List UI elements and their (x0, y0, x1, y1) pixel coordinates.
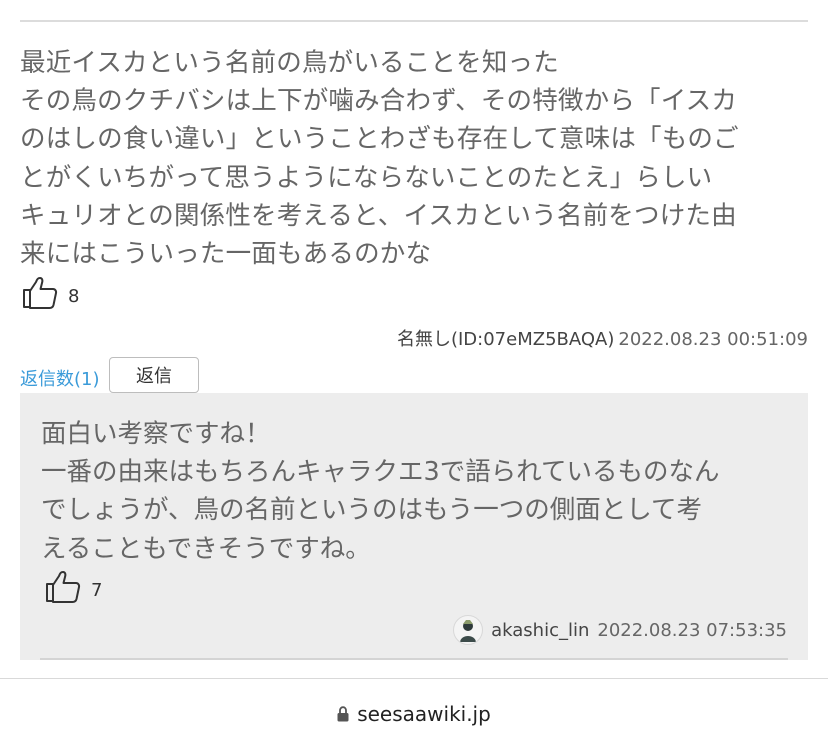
address-bar[interactable]: seesaawiki.jp (0, 702, 828, 726)
comment-author: 名無し(ID:07eMZ5BAQA) (396, 329, 615, 350)
reply-meta: akashic_lin 2022.08.23 07:53:35 (453, 615, 787, 645)
comment-line: その鳥のクチバシは上下が噛み合わず、その特徴から「イスカ (20, 86, 738, 117)
comment-line: のはしの食い違い」ということわざも存在して意味は「ものご (20, 124, 739, 155)
reply-button[interactable]: 返信 (109, 357, 199, 393)
comment-line: 最近イスカという名前の鳥がいることを知った (20, 48, 559, 78)
comment-like-count: 8 (68, 285, 80, 307)
lock-icon (337, 706, 349, 722)
reply-line: えることもできそうですね。 (41, 533, 371, 564)
thumbs-up-icon (22, 276, 58, 310)
reply-body: 面白い考察ですね！ 一番の由来はもちろんキャラクエ3で語られているものなん でし… (41, 415, 791, 568)
comment-body: 最近イスカという名前の鳥がいることを知った その鳥のクチバシは上下が噛み合わず、… (20, 44, 810, 273)
browser-bar-divider (0, 678, 828, 679)
comment-date: 2022.08.23 00:51:09 (618, 329, 808, 350)
top-divider (20, 20, 808, 22)
reply-divider (40, 658, 788, 660)
page: 最近イスカという名前の鳥がいることを知った その鳥のクチバシは上下が噛み合わず、… (0, 0, 828, 747)
thumbs-up-icon (45, 570, 81, 604)
reply-line: でしょうが、鳥の名前というのはもう一つの側面として考 (41, 495, 702, 526)
comment-line: キュリオとの関係性を考えると、イスカという名前をつけた由 (20, 200, 737, 231)
comment-meta: 名無し(ID:07eMZ5BAQA) 2022.08.23 00:51:09 (397, 325, 808, 351)
comment-line: 来にはこういった一面もあるのかな (20, 239, 432, 270)
comment-line: とがくいちがって思うようにならないことのたとえ」らしい (20, 162, 713, 193)
reply-line: 一番の由来はもちろんキャラクエ3で語られているものなん (41, 457, 720, 488)
comment-like-button[interactable]: 8 (22, 276, 79, 310)
reply-line: 面白い考察ですね！ (41, 419, 271, 449)
reply-like-count: 7 (91, 579, 103, 601)
reply-date: 2022.08.23 07:53:35 (597, 619, 787, 641)
reply-count-link[interactable]: 返信数(1) (20, 365, 100, 391)
url-text: seesaawiki.jp (357, 702, 491, 726)
reply-box: 面白い考察ですね！ 一番の由来はもちろんキャラクエ3で語られているものなん でし… (20, 393, 808, 660)
reply-author[interactable]: akashic_lin (491, 620, 589, 641)
avatar[interactable] (453, 615, 484, 645)
reply-like-button[interactable]: 7 (45, 570, 102, 604)
